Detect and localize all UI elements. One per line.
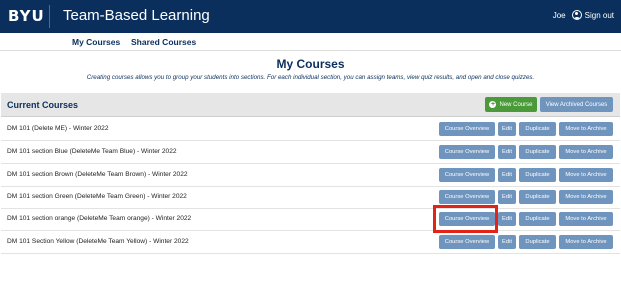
course-name: DM 101 section orange (DeleteMe Team ora…	[7, 215, 192, 222]
course-overview-button[interactable]: Course Overview	[439, 168, 495, 182]
move-to-archive-button[interactable]: Move to Archive	[559, 168, 613, 182]
course-overview-button[interactable]: Course Overview	[439, 145, 495, 159]
duplicate-button[interactable]: Duplicate	[519, 145, 556, 159]
edit-button[interactable]: Edit	[498, 145, 516, 159]
nav-my-courses[interactable]: My Courses	[72, 37, 120, 47]
course-row: DM 101 Section Yellow (DeleteMe Team Yel…	[1, 231, 620, 254]
plus-circle-icon: +	[489, 101, 497, 108]
current-courses-header: Current Courses + New Course View Archiv…	[1, 93, 620, 117]
page-description: Creating courses allows you to group you…	[86, 74, 535, 81]
move-to-archive-button[interactable]: Move to Archive	[559, 145, 613, 159]
view-archived-courses-button[interactable]: View Archived Courses	[540, 97, 613, 112]
byu-logo[interactable]: BYU	[8, 7, 45, 25]
user-circle-icon	[571, 10, 582, 20]
panel-title: Current Courses	[7, 100, 79, 110]
page-title: My Courses	[276, 57, 345, 71]
new-course-label: New Course	[499, 101, 533, 108]
duplicate-button[interactable]: Duplicate	[519, 235, 556, 249]
sign-out-link[interactable]: Sign out	[585, 11, 614, 20]
course-name: DM 101 section Brown (DeleteMe Team Brow…	[7, 171, 188, 178]
edit-button[interactable]: Edit	[498, 190, 516, 204]
move-to-archive-button[interactable]: Move to Archive	[559, 122, 613, 136]
course-overview-button[interactable]: Course Overview	[439, 190, 495, 204]
move-to-archive-button[interactable]: Move to Archive	[559, 212, 613, 226]
course-name: DM 101 (Delete ME) - Winter 2022	[7, 125, 109, 132]
course-row: DM 101 section orange (DeleteMe Team ora…	[1, 208, 620, 231]
duplicate-button[interactable]: Duplicate	[519, 190, 556, 204]
edit-button[interactable]: Edit	[498, 122, 516, 136]
course-row: DM 101 (Delete ME) - Winter 2022 Course …	[1, 118, 620, 141]
highlight-box	[433, 205, 498, 233]
course-row: DM 101 section Green (DeleteMe Team Gree…	[1, 186, 620, 209]
duplicate-button[interactable]: Duplicate	[519, 168, 556, 182]
nav-shared-courses[interactable]: Shared Courses	[131, 37, 196, 47]
user-menu: Joe Sign out	[553, 10, 614, 20]
edit-button[interactable]: Edit	[498, 235, 516, 249]
move-to-archive-button[interactable]: Move to Archive	[559, 190, 613, 204]
sub-navigation: My Courses Shared Courses	[0, 33, 621, 51]
move-to-archive-button[interactable]: Move to Archive	[559, 235, 613, 249]
user-name: Joe	[552, 10, 566, 20]
course-row: DM 101 section Brown (DeleteMe Team Brow…	[1, 164, 620, 187]
logo-divider	[49, 5, 50, 28]
course-name: DM 101 Section Yellow (DeleteMe Team Yel…	[7, 238, 189, 245]
course-overview-button[interactable]: Course Overview	[439, 122, 495, 136]
app-title: Team-Based Learning	[63, 7, 210, 24]
edit-button[interactable]: Edit	[498, 212, 516, 226]
edit-button[interactable]: Edit	[498, 168, 516, 182]
duplicate-button[interactable]: Duplicate	[519, 122, 556, 136]
new-course-button[interactable]: + New Course	[485, 97, 537, 112]
top-header: BYU Team-Based Learning Joe Sign out	[0, 0, 621, 33]
duplicate-button[interactable]: Duplicate	[519, 212, 556, 226]
course-overview-button[interactable]: Course Overview	[439, 235, 495, 249]
course-name: DM 101 section Green (DeleteMe Team Gree…	[7, 193, 187, 200]
course-name: DM 101 section Blue (DeleteMe Team Blue)…	[7, 148, 177, 155]
course-row: DM 101 section Blue (DeleteMe Team Blue)…	[1, 141, 620, 164]
